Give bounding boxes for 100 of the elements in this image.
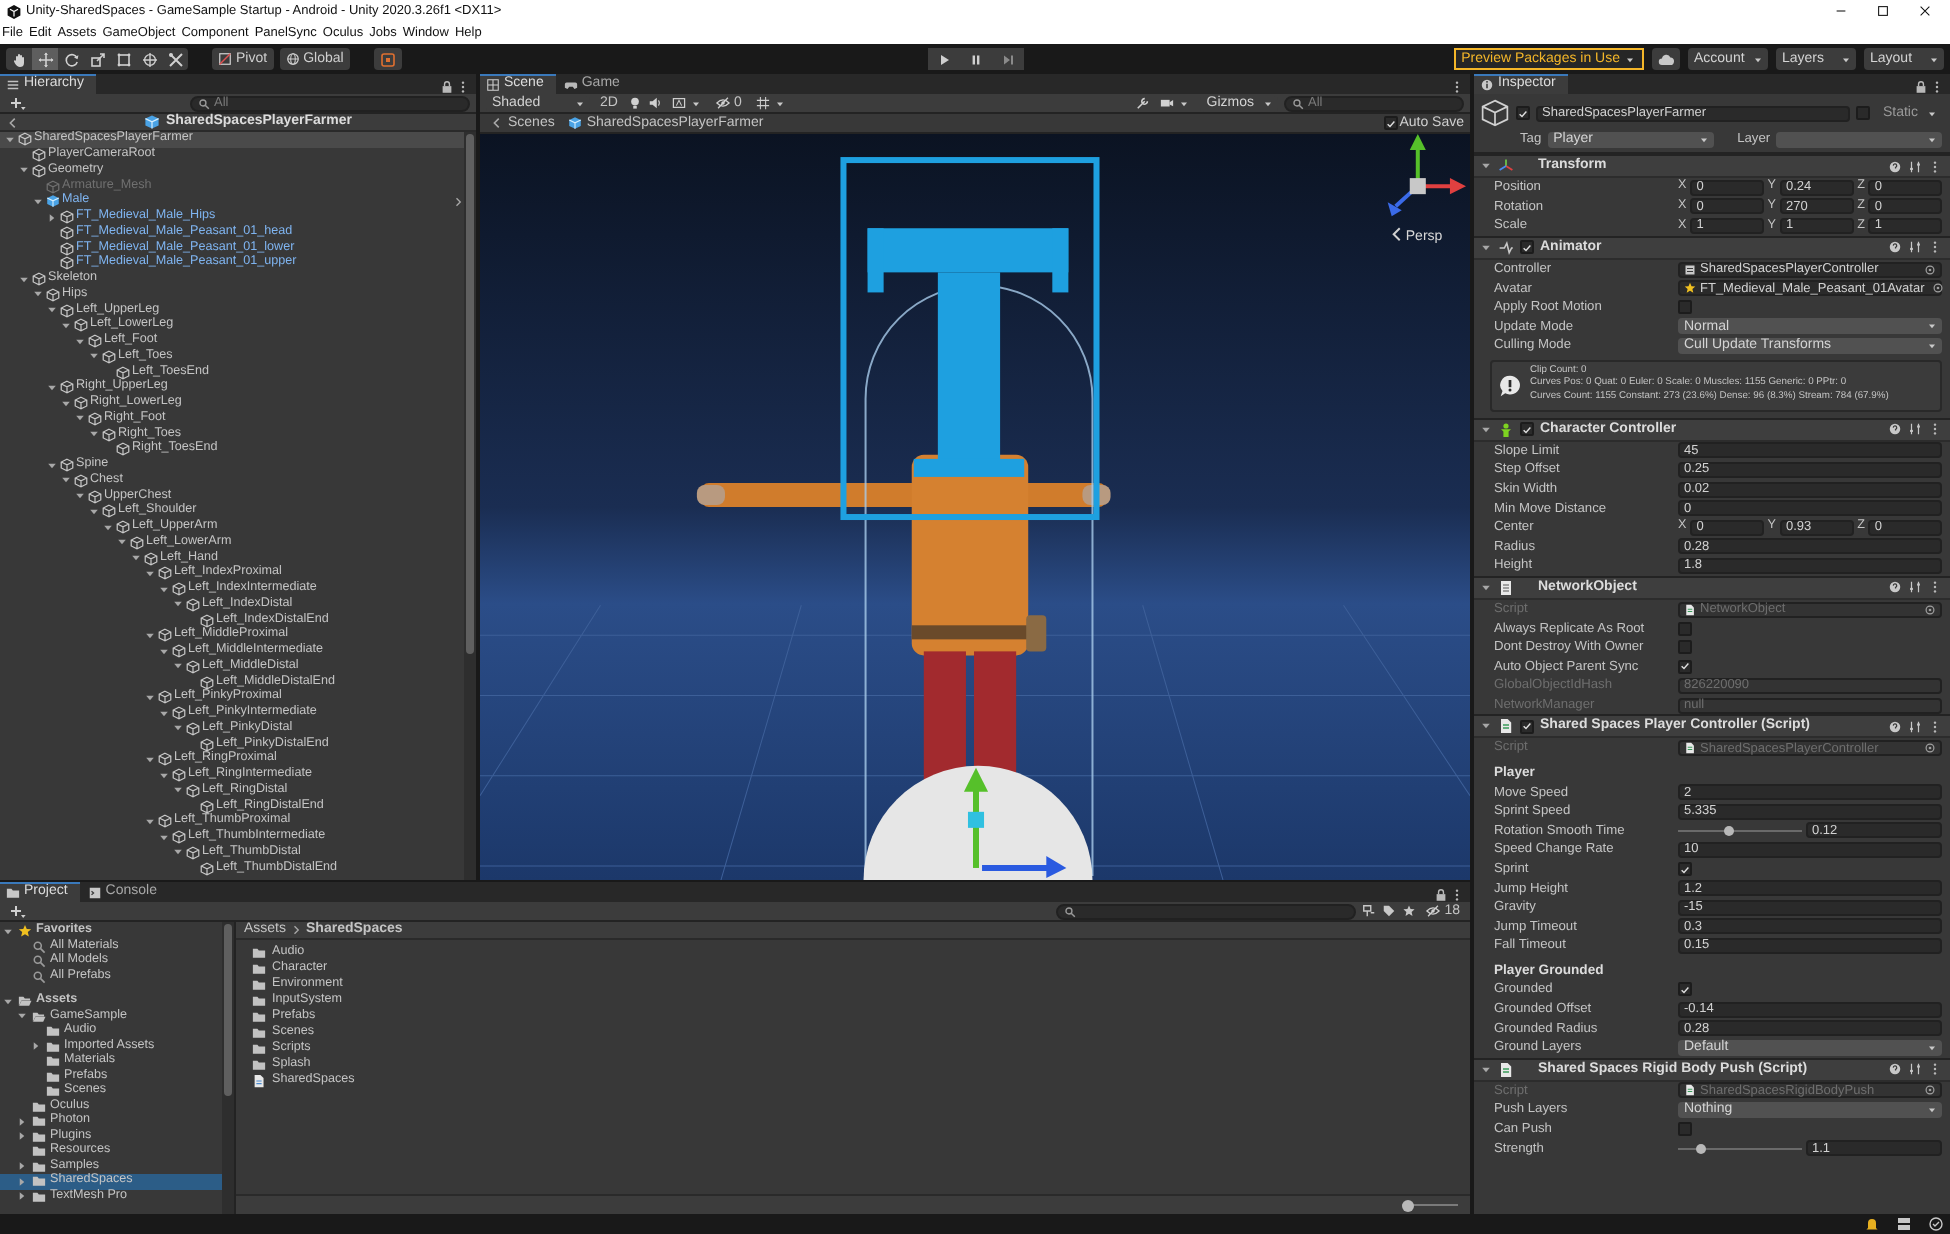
expand-arrow-icon[interactable] bbox=[130, 552, 142, 565]
expand-arrow-icon[interactable] bbox=[16, 1160, 28, 1173]
checkbox[interactable] bbox=[1678, 621, 1692, 636]
help-icon[interactable] bbox=[1888, 240, 1902, 255]
expand-arrow-icon[interactable] bbox=[88, 505, 100, 518]
help-icon[interactable] bbox=[1888, 1062, 1902, 1077]
slider-thumb[interactable] bbox=[1402, 1199, 1414, 1211]
checkbox[interactable] bbox=[1678, 659, 1692, 674]
expand-arrow-icon[interactable] bbox=[46, 459, 58, 472]
fold-arrow-icon[interactable] bbox=[1480, 241, 1492, 254]
enabled-checkbox[interactable] bbox=[1520, 240, 1534, 255]
expand-arrow-icon[interactable] bbox=[88, 350, 100, 363]
scrollbar[interactable] bbox=[464, 132, 476, 880]
more-icon[interactable] bbox=[456, 80, 470, 94]
expand-arrow-icon[interactable] bbox=[116, 536, 128, 549]
presets-icon[interactable] bbox=[1908, 580, 1922, 595]
presets-icon[interactable] bbox=[1908, 1062, 1922, 1077]
expand-arrow-icon[interactable] bbox=[4, 133, 16, 146]
expand-arrow-icon[interactable] bbox=[18, 273, 30, 286]
tools-icon[interactable] bbox=[1136, 96, 1151, 110]
fold-arrow-icon[interactable] bbox=[1480, 581, 1492, 594]
close-icon[interactable] bbox=[1918, 4, 1932, 18]
expand-arrow-icon[interactable] bbox=[172, 722, 184, 735]
audio-icon[interactable] bbox=[647, 96, 662, 110]
expand-arrow-icon[interactable] bbox=[144, 629, 156, 642]
checkbox[interactable] bbox=[1678, 300, 1692, 315]
open-prefab-icon[interactable] bbox=[452, 195, 464, 208]
slider-thumb[interactable] bbox=[1724, 825, 1735, 836]
expand-arrow-icon[interactable] bbox=[16, 1010, 28, 1023]
expand-arrow-icon[interactable] bbox=[32, 195, 44, 208]
minimize-icon[interactable] bbox=[1834, 4, 1848, 18]
slider-track[interactable] bbox=[1678, 1141, 1802, 1156]
step-button[interactable] bbox=[991, 48, 1023, 70]
expand-arrow-icon[interactable] bbox=[60, 319, 72, 332]
expand-arrow-icon[interactable] bbox=[30, 1040, 42, 1053]
network-icon[interactable] bbox=[1896, 1216, 1912, 1232]
expand-arrow-icon[interactable] bbox=[144, 691, 156, 704]
view-menu-icon[interactable] bbox=[1392, 227, 1401, 241]
expand-arrow-icon[interactable] bbox=[46, 381, 58, 394]
expand-arrow-icon[interactable] bbox=[60, 397, 72, 410]
help-icon[interactable] bbox=[1888, 422, 1902, 437]
expand-arrow-icon[interactable] bbox=[74, 412, 86, 425]
presets-icon[interactable] bbox=[1908, 719, 1922, 734]
expand-arrow-icon[interactable] bbox=[172, 660, 184, 673]
checkbox[interactable] bbox=[1678, 640, 1692, 655]
more-icon[interactable] bbox=[1928, 422, 1942, 437]
expand-arrow-icon[interactable] bbox=[46, 211, 58, 224]
expand-arrow-icon[interactable] bbox=[16, 1115, 28, 1128]
back-icon[interactable] bbox=[6, 115, 20, 129]
presets-icon[interactable] bbox=[1908, 422, 1922, 437]
expand-arrow-icon[interactable] bbox=[74, 490, 86, 503]
more-icon[interactable] bbox=[1928, 1062, 1942, 1077]
more-icon[interactable] bbox=[1928, 240, 1942, 255]
checkbox[interactable] bbox=[1678, 982, 1692, 997]
scrollbar[interactable] bbox=[222, 922, 234, 1214]
expand-arrow-icon[interactable] bbox=[158, 831, 170, 844]
expand-arrow-icon[interactable] bbox=[172, 598, 184, 611]
lock-icon[interactable] bbox=[1434, 888, 1448, 902]
expand-arrow-icon[interactable] bbox=[60, 474, 72, 487]
enabled-checkbox[interactable] bbox=[1520, 422, 1534, 437]
lock-icon[interactable] bbox=[1914, 80, 1928, 94]
expand-arrow-icon[interactable] bbox=[18, 164, 30, 177]
favorite-icon[interactable] bbox=[1402, 904, 1417, 918]
expand-arrow-icon[interactable] bbox=[144, 815, 156, 828]
help-icon[interactable] bbox=[1888, 719, 1902, 734]
fold-arrow-icon[interactable] bbox=[1480, 720, 1492, 733]
add-button[interactable] bbox=[6, 903, 30, 919]
icon-size-slider[interactable] bbox=[1402, 1199, 1458, 1211]
play-button[interactable] bbox=[927, 48, 959, 70]
slider-track[interactable] bbox=[1678, 823, 1802, 838]
search-field[interactable] bbox=[1056, 903, 1357, 919]
fold-arrow-icon[interactable] bbox=[1480, 160, 1492, 172]
slider-thumb[interactable] bbox=[1695, 1143, 1706, 1154]
expand-arrow-icon[interactable] bbox=[158, 769, 170, 782]
expand-arrow-icon[interactable] bbox=[2, 995, 14, 1008]
more-icon[interactable] bbox=[1930, 80, 1944, 94]
expand-arrow-icon[interactable] bbox=[144, 567, 156, 580]
expand-arrow-icon[interactable] bbox=[88, 428, 100, 441]
expand-arrow-icon[interactable] bbox=[16, 1190, 28, 1203]
status-check-icon[interactable] bbox=[1928, 1216, 1944, 1232]
expand-arrow-icon[interactable] bbox=[172, 846, 184, 859]
expand-arrow-icon[interactable] bbox=[2, 925, 14, 938]
help-icon[interactable] bbox=[1888, 159, 1902, 173]
expand-arrow-icon[interactable] bbox=[32, 288, 44, 301]
expand-arrow-icon[interactable] bbox=[16, 1175, 28, 1188]
expand-arrow-icon[interactable] bbox=[102, 521, 114, 534]
presets-icon[interactable] bbox=[1908, 159, 1922, 173]
expand-arrow-icon[interactable] bbox=[172, 784, 184, 797]
cloud-button[interactable] bbox=[1652, 48, 1680, 70]
lock-icon[interactable] bbox=[440, 80, 454, 94]
enabled-checkbox[interactable] bbox=[1520, 719, 1534, 734]
more-icon[interactable] bbox=[1928, 719, 1942, 734]
maximize-icon[interactable] bbox=[1876, 4, 1890, 18]
expand-arrow-icon[interactable] bbox=[46, 304, 58, 317]
presets-icon[interactable] bbox=[1908, 240, 1922, 255]
active-checkbox[interactable] bbox=[1516, 106, 1530, 120]
auto-save-checkbox[interactable] bbox=[1383, 116, 1398, 130]
tool-button[interactable] bbox=[32, 48, 58, 70]
notification-icon[interactable] bbox=[1864, 1216, 1880, 1232]
static-checkbox[interactable] bbox=[1856, 106, 1871, 120]
